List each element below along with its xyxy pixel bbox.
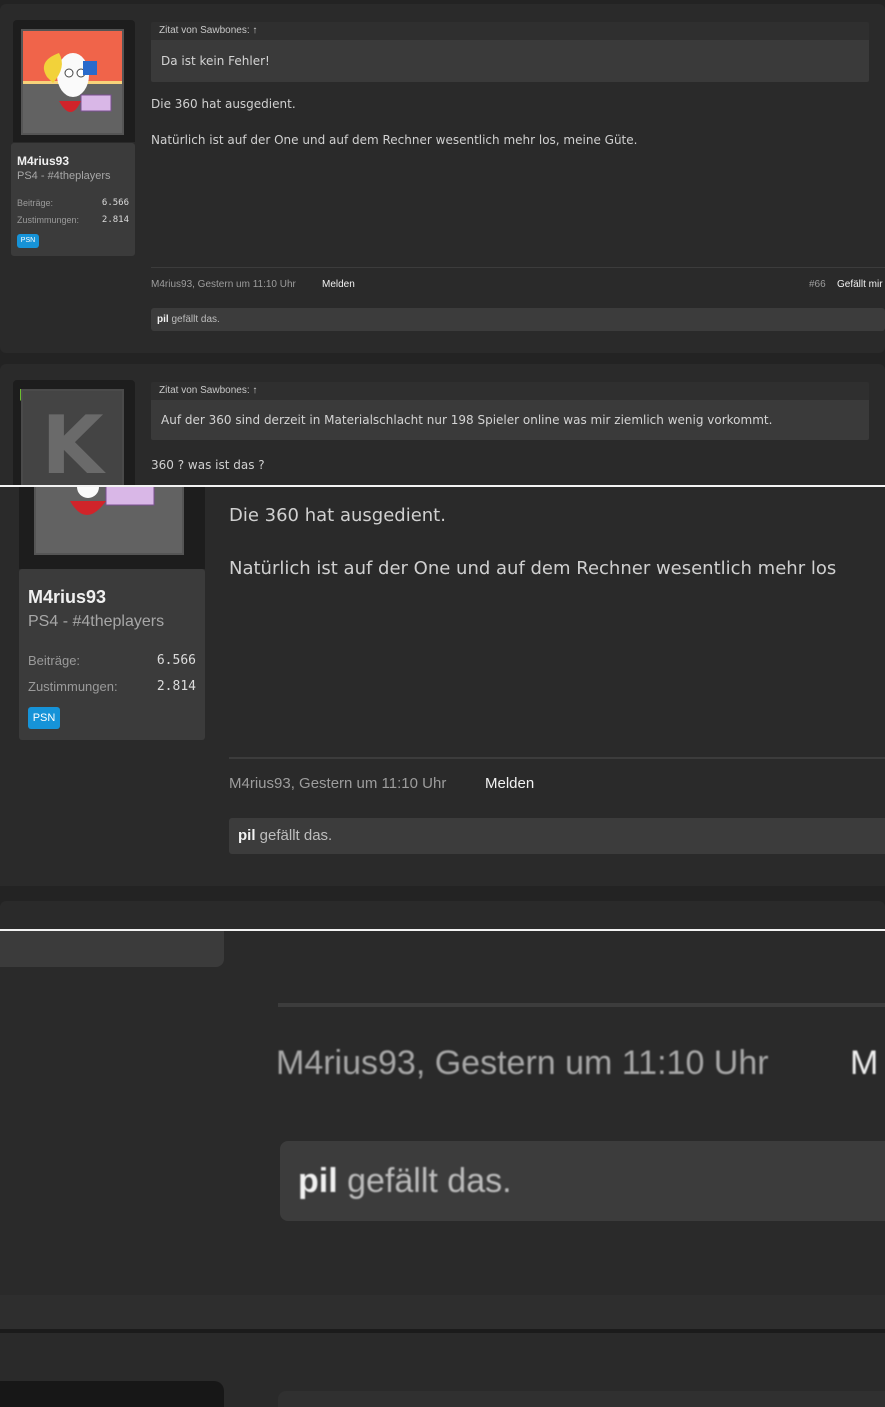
page-separator bbox=[0, 1295, 885, 1331]
like-button[interactable]: Gefällt mir bbox=[837, 279, 883, 290]
likes-text: gefällt das. bbox=[171, 314, 220, 325]
thread-view: M4rius93 PS4 - #4theplayers Beiträge: 6.… bbox=[0, 0, 885, 485]
user-avatar-panel bbox=[0, 1381, 224, 1407]
user-title: PS4 - #4theplayers bbox=[28, 613, 165, 630]
report-link[interactable]: Melden bbox=[485, 775, 534, 792]
message-line-1: Die 360 hat ausgedient. bbox=[151, 97, 296, 111]
user-avatar-image bbox=[70, 487, 155, 515]
likes-summary: pil gefällt das. bbox=[151, 308, 885, 331]
likes-text: gefällt das. bbox=[259, 827, 333, 844]
avatar[interactable] bbox=[21, 29, 124, 135]
post-66: M4rius93 PS4 - #4theplayers Beiträge: 6.… bbox=[0, 4, 885, 353]
post-footer-divider bbox=[151, 267, 885, 268]
quote-header bbox=[278, 1391, 885, 1407]
post-66-footer-zoomed: M4rius93, Gestern um 11:10 Uhr M pil gef… bbox=[0, 931, 885, 1297]
psn-badge[interactable]: PSN bbox=[17, 234, 39, 248]
post-author-date[interactable]: M4rius93, Gestern um 11:10 Uhr bbox=[276, 1044, 769, 1083]
message-line-2: Natürlich ist auf der One und auf dem Re… bbox=[151, 133, 638, 147]
username[interactable]: M4rius93 bbox=[17, 154, 69, 168]
psn-badge[interactable]: PSN bbox=[28, 707, 60, 729]
likes-summary: pil gefällt das. bbox=[229, 818, 885, 854]
report-link[interactable]: M bbox=[850, 1044, 878, 1083]
quote-body: Da ist kein Fehler! bbox=[151, 40, 869, 82]
message-line-2: Natürlich ist auf der One und auf dem Re… bbox=[229, 558, 837, 579]
liker-name[interactable]: pil bbox=[238, 827, 256, 844]
stat-label-likes: Zustimmungen: bbox=[17, 215, 80, 225]
username[interactable]: M4rius93 bbox=[28, 587, 106, 608]
avatar-letter: K bbox=[41, 399, 104, 485]
user-info-card bbox=[0, 931, 224, 967]
next-post-zoomed bbox=[0, 1333, 885, 1407]
stat-label-posts: Beiträge: bbox=[17, 198, 54, 208]
message-line-1: 360 ? was ist das ? bbox=[151, 458, 265, 472]
stat-value-likes: 2.814 bbox=[156, 679, 196, 694]
post-number[interactable]: #66 bbox=[809, 279, 826, 290]
liker-name[interactable]: pil bbox=[157, 314, 169, 325]
quote-header[interactable]: Zitat von Sawbones: ↑ bbox=[151, 382, 869, 400]
post-author-date[interactable]: M4rius93, Gestern um 11:10 Uhr bbox=[151, 279, 296, 290]
message-line-1: Die 360 hat ausgedient. bbox=[229, 505, 446, 526]
post-author-date[interactable]: M4rius93, Gestern um 11:10 Uhr bbox=[229, 775, 446, 792]
quote-header[interactable]: Zitat von Sawbones: ↑ bbox=[151, 22, 869, 40]
post-66-zoomed: M4rius93 PS4 - #4theplayers Beiträge: 6.… bbox=[0, 487, 885, 886]
zoomed-footer-view: M4rius93, Gestern um 11:10 Uhr M pil gef… bbox=[0, 931, 885, 1407]
stat-value-posts: 6.566 bbox=[156, 653, 196, 668]
next-post-edge bbox=[0, 901, 885, 929]
quote-body: Auf der 360 sind derzeit in Materialschl… bbox=[151, 400, 869, 440]
zoomed-post-view: M4rius93 PS4 - #4theplayers Beiträge: 6.… bbox=[0, 487, 885, 929]
report-link[interactable]: Melden bbox=[322, 279, 355, 290]
stat-value-likes: 2.814 bbox=[101, 215, 129, 225]
post-67: K Zitat von Sawbones: ↑ Auf der 360 sind… bbox=[0, 364, 885, 485]
stat-label-posts: Beiträge: bbox=[28, 653, 81, 668]
user-avatar-image bbox=[23, 31, 122, 133]
avatar[interactable]: K bbox=[21, 389, 124, 485]
stat-value-posts: 6.566 bbox=[101, 198, 129, 208]
post-footer-divider bbox=[229, 757, 885, 759]
likes-summary: pil gefällt das. bbox=[280, 1141, 885, 1221]
user-title: PS4 - #4theplayers bbox=[17, 170, 111, 182]
stat-label-likes: Zustimmungen: bbox=[28, 679, 118, 694]
liker-name[interactable]: pil bbox=[298, 1162, 338, 1200]
avatar[interactable] bbox=[34, 487, 184, 555]
post-footer-divider bbox=[278, 1003, 885, 1007]
likes-text: gefällt das. bbox=[347, 1162, 512, 1200]
